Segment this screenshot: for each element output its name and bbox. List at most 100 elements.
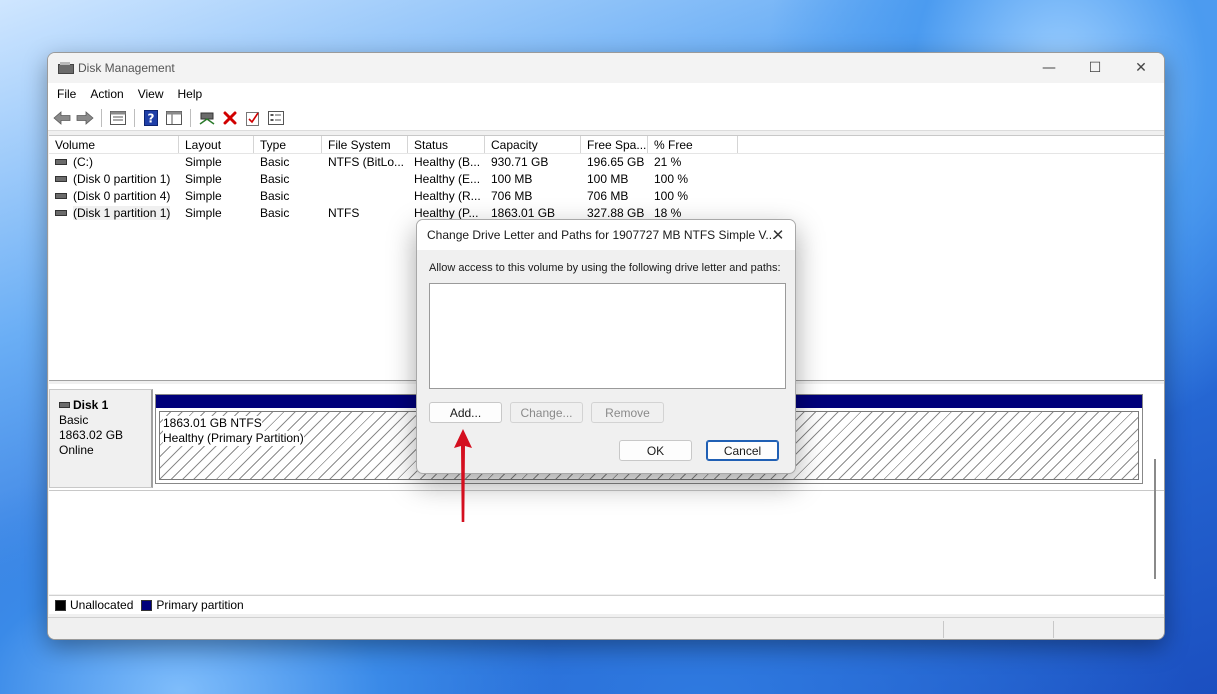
column-percent-free[interactable]: % Free bbox=[648, 136, 738, 153]
column-layout[interactable]: Layout bbox=[179, 136, 254, 153]
legend-unallocated-label: Unallocated bbox=[70, 598, 134, 612]
status-bar bbox=[48, 617, 1164, 639]
add-button[interactable]: Add... bbox=[429, 402, 502, 423]
table-row[interactable]: (C:) Simple Basic NTFS (BitLo... Healthy… bbox=[49, 154, 1164, 171]
toolbar-separator bbox=[134, 108, 135, 127]
dialog-title-bar: Change Drive Letter and Paths for 190772… bbox=[417, 220, 795, 250]
ok-button[interactable]: OK bbox=[619, 440, 692, 461]
status-divider bbox=[1053, 621, 1054, 638]
layout-cell: Simple bbox=[185, 155, 222, 169]
disk-type: Basic bbox=[59, 413, 89, 427]
toolbar-separator bbox=[190, 108, 191, 127]
volume-icon bbox=[55, 175, 67, 182]
disk-row-divider bbox=[49, 490, 1164, 491]
disk-state: Online bbox=[59, 443, 94, 457]
table-row[interactable]: (Disk 0 partition 1) Simple Basic Health… bbox=[49, 171, 1164, 188]
type-cell: Basic bbox=[260, 172, 290, 186]
volume-icon bbox=[55, 158, 67, 165]
percent-free-cell: 21 % bbox=[654, 155, 682, 169]
layout-cell: Simple bbox=[185, 206, 222, 220]
minimize-button[interactable]: — bbox=[1026, 53, 1072, 83]
delete-icon[interactable] bbox=[220, 108, 240, 128]
percent-free-cell: 100 % bbox=[654, 189, 689, 203]
column-file-system[interactable]: File System bbox=[322, 136, 408, 153]
percent-free-cell: 100 % bbox=[654, 172, 689, 186]
dialog-title: Change Drive Letter and Paths for 190772… bbox=[427, 228, 776, 242]
disk-management-app-icon bbox=[58, 62, 74, 74]
capacity-cell: 930.71 GB bbox=[491, 155, 549, 169]
annotation-arrow-icon bbox=[454, 429, 472, 522]
primary-swatch bbox=[141, 599, 153, 611]
column-free-space[interactable]: Free Spa... bbox=[581, 136, 648, 153]
volume-icon bbox=[55, 192, 67, 199]
check-icon[interactable] bbox=[243, 108, 263, 128]
legend-bar: Unallocated Primary partition bbox=[49, 595, 1164, 614]
volume-icon bbox=[55, 209, 67, 216]
remove-button[interactable]: Remove bbox=[591, 402, 664, 423]
layout-cell: Simple bbox=[185, 189, 222, 203]
menu-help[interactable]: Help bbox=[171, 87, 210, 101]
menu-view[interactable]: View bbox=[131, 87, 171, 101]
drive-paths-list[interactable] bbox=[429, 283, 786, 389]
close-button[interactable]: ✕ bbox=[1118, 53, 1164, 83]
properties-icon[interactable] bbox=[108, 108, 128, 128]
partition-size: 1863.01 GB NTFS bbox=[163, 416, 262, 431]
legend-unallocated: Unallocated bbox=[55, 598, 133, 612]
capacity-cell: 100 MB bbox=[491, 172, 533, 186]
title-bar: Disk Management — ☐ ✕ bbox=[48, 53, 1164, 83]
legend-primary: Primary partition bbox=[141, 598, 244, 612]
maximize-button[interactable]: ☐ bbox=[1072, 53, 1118, 83]
volume-name: (C:) bbox=[73, 155, 93, 169]
file-system-cell bbox=[322, 171, 408, 188]
status-divider bbox=[943, 621, 944, 638]
layout-cell: Simple bbox=[185, 172, 222, 186]
file-system-cell: NTFS bbox=[328, 206, 360, 220]
status-cell: Healthy (R... bbox=[414, 189, 481, 203]
settings-list-icon[interactable] bbox=[266, 108, 286, 128]
volume-name: (Disk 1 partition 1) bbox=[73, 206, 171, 220]
menu-file[interactable]: File bbox=[50, 87, 83, 101]
window-title: Disk Management bbox=[78, 61, 175, 75]
type-cell: Basic bbox=[260, 155, 290, 169]
column-capacity[interactable]: Capacity bbox=[485, 136, 581, 153]
free-space-cell: 100 MB bbox=[587, 172, 629, 186]
free-space-cell: 196.65 GB bbox=[587, 155, 645, 169]
column-volume[interactable]: Volume bbox=[49, 136, 179, 153]
dialog-description: Allow access to this volume by using the… bbox=[429, 262, 781, 274]
partition-status: Healthy (Primary Partition) bbox=[163, 431, 304, 446]
unallocated-swatch bbox=[55, 599, 66, 611]
menu-bar: File Action View Help bbox=[48, 83, 1164, 105]
volume-name: (Disk 0 partition 4) bbox=[73, 189, 171, 203]
file-system-cell bbox=[322, 188, 408, 205]
toolbar-separator bbox=[101, 108, 102, 127]
toolbar: ? bbox=[48, 105, 1164, 131]
disk-icon bbox=[59, 401, 70, 408]
disk-name: Disk 1 bbox=[73, 398, 109, 412]
volume-name: (Disk 0 partition 1) bbox=[73, 172, 171, 186]
status-cell: Healthy (B... bbox=[414, 155, 481, 169]
forward-icon[interactable] bbox=[75, 108, 95, 128]
show-pane-icon[interactable] bbox=[164, 108, 184, 128]
capacity-cell: 706 MB bbox=[491, 189, 533, 203]
column-status[interactable]: Status bbox=[408, 136, 485, 153]
table-row[interactable]: (Disk 0 partition 4) Simple Basic Health… bbox=[49, 188, 1164, 205]
type-cell: Basic bbox=[260, 189, 290, 203]
menu-action[interactable]: Action bbox=[83, 87, 130, 101]
svg-text:?: ? bbox=[148, 111, 155, 125]
column-type[interactable]: Type bbox=[254, 136, 322, 153]
disk-1-label[interactable]: Disk 1 Basic 1863.02 GB Online bbox=[49, 389, 153, 488]
help-icon[interactable]: ? bbox=[141, 108, 161, 128]
file-system-cell: NTFS (BitLo... bbox=[328, 155, 405, 169]
cancel-button[interactable]: Cancel bbox=[706, 440, 779, 461]
legend-primary-label: Primary partition bbox=[156, 598, 244, 612]
type-cell: Basic bbox=[260, 206, 290, 220]
change-button[interactable]: Change... bbox=[510, 402, 583, 423]
free-space-cell: 706 MB bbox=[587, 189, 629, 203]
volume-list-header: Volume Layout Type File System Status Ca… bbox=[49, 136, 1164, 154]
connect-disk-icon[interactable] bbox=[197, 108, 217, 128]
dialog-close-icon[interactable]: ✕ bbox=[767, 224, 789, 246]
vertical-scrollbar[interactable] bbox=[1154, 459, 1156, 579]
back-icon[interactable] bbox=[52, 108, 72, 128]
disk-size: 1863.02 GB bbox=[59, 428, 124, 442]
status-cell: Healthy (E... bbox=[414, 172, 481, 186]
